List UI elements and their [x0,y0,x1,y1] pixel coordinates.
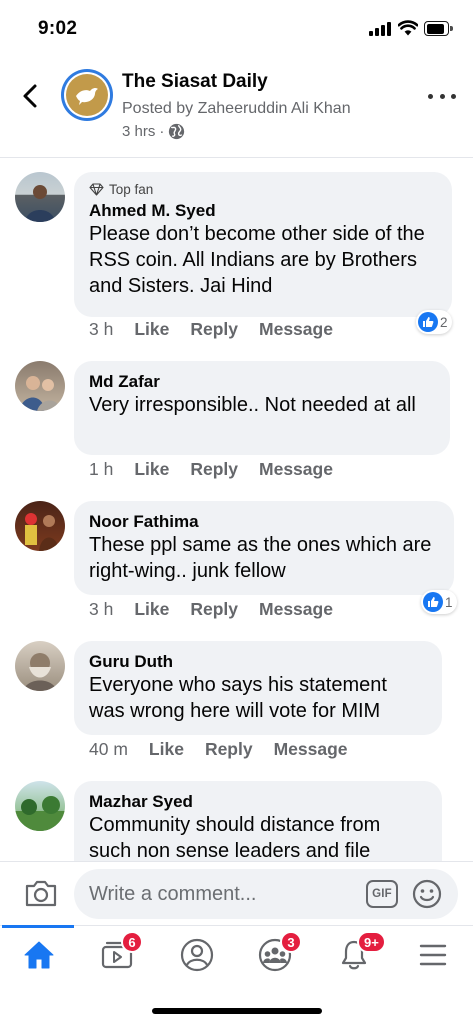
post-meta: 3 hrs · [122,123,185,140]
comment-list: Top fan Ahmed M. Syed Please don’t becom… [0,159,473,861]
status-bar: 9:02 [0,0,473,58]
comment-age: 1 h [89,459,114,479]
comment-text: These ppl same as the ones which are rig… [89,534,432,582]
comment-text: Please don’t become other side of the RS… [89,223,425,297]
reply-button[interactable]: Reply [190,459,238,480]
comment-text: Community should distance from such non … [89,814,381,861]
comment-actions: 1 h Like Reply Message [89,459,333,480]
message-button[interactable]: Message [259,459,333,480]
tab-video[interactable]: 6 [79,926,157,984]
bird-logo-icon [76,87,98,105]
tab-home[interactable] [0,925,78,984]
avatar[interactable] [15,172,65,222]
avatar[interactable] [15,781,65,831]
comment-input[interactable] [74,869,458,919]
comment-bubble[interactable]: Md Zafar Very irresponsible.. Not needed… [74,361,450,455]
home-icon [24,941,54,969]
groups-badge: 3 [280,931,302,953]
status-time: 9:02 [38,18,78,39]
commenter-name[interactable]: Mazhar Syed [89,791,428,812]
battery-icon [424,21,453,36]
like-button[interactable]: Like [134,599,169,620]
commenter-name[interactable]: Guru Duth [89,651,428,672]
avatar[interactable] [15,361,65,411]
avatar[interactable] [15,641,65,691]
emoji-button[interactable] [412,879,442,909]
avatar[interactable] [15,501,65,551]
like-button[interactable]: Like [149,739,184,760]
wifi-icon [398,20,418,36]
reply-button[interactable]: Reply [190,599,238,620]
comment-text: Very irresponsible.. Not needed at all [89,394,416,416]
more-icon [428,93,433,99]
comment-bubble[interactable]: Guru Duth Everyone who says his statemen… [74,641,442,735]
more-options-button[interactable] [428,86,456,106]
reaction-count[interactable]: 1 [421,590,457,614]
active-tab-indicator [2,925,74,928]
comment-bubble[interactable]: Noor Fathima These ppl same as the ones … [74,501,454,595]
emoji-icon [412,879,442,909]
profile-icon [180,938,214,972]
signal-icon [369,22,393,36]
commenter-name[interactable]: Ahmed M. Syed [89,200,438,221]
top-fan-badge: Top fan [89,182,438,197]
like-button[interactable]: Like [134,459,169,480]
camera-icon [25,880,57,907]
page-avatar[interactable] [61,69,113,121]
message-button[interactable]: Message [259,319,333,340]
video-badge: 6 [121,931,143,953]
menu-icon [419,944,447,966]
comment-age: 40 m [89,739,128,759]
back-button[interactable] [14,80,46,112]
comment-age: 3 h [89,599,114,619]
reaction-number: 1 [445,594,453,610]
commenter-name[interactable]: Noor Fathima [89,511,440,532]
reaction-number: 2 [440,314,448,330]
like-icon [423,592,443,612]
like-button[interactable]: Like [134,319,169,340]
meta-separator: · [159,123,165,140]
comment-actions: 3 h Like Reply Message [89,599,333,620]
post-header: The Siasat Daily Posted by Zaheeruddin A… [0,58,473,158]
comment-actions: 3 h Like Reply Message [89,319,333,340]
tab-notifications[interactable]: 9+ [315,926,393,984]
comment-composer: GIF [0,861,473,925]
comment-bubble[interactable]: Mazhar Syed Community should distance fr… [74,781,442,861]
commenter-name[interactable]: Md Zafar [89,371,436,392]
camera-button[interactable] [24,878,58,908]
reply-button[interactable]: Reply [205,739,253,760]
tab-groups[interactable]: 3 [236,926,314,984]
reaction-count[interactable]: 2 [416,310,452,334]
page-name[interactable]: The Siasat Daily [122,71,268,93]
comment-actions: 40 m Like Reply Message [89,739,348,760]
home-indicator [152,1008,322,1014]
comment-text: Everyone who says his statement was wron… [89,674,387,722]
globe-icon [169,123,185,140]
comment-bubble[interactable]: Top fan Ahmed M. Syed Please don’t becom… [74,172,452,317]
tab-menu[interactable] [394,926,472,984]
message-button[interactable]: Message [274,739,348,760]
posted-by: Posted by Zaheeruddin Ali Khan [122,100,351,117]
post-age: 3 hrs [122,123,156,140]
notifications-badge: 9+ [357,931,386,953]
back-icon [23,84,37,108]
gif-button[interactable]: GIF [366,880,398,908]
like-icon [418,312,438,332]
tab-profile[interactable] [158,926,236,984]
reply-button[interactable]: Reply [190,319,238,340]
badge-label: Top fan [109,182,154,197]
comment-age: 3 h [89,319,114,339]
gif-icon: GIF [372,888,392,900]
diamond-icon [89,183,104,196]
message-button[interactable]: Message [259,599,333,620]
